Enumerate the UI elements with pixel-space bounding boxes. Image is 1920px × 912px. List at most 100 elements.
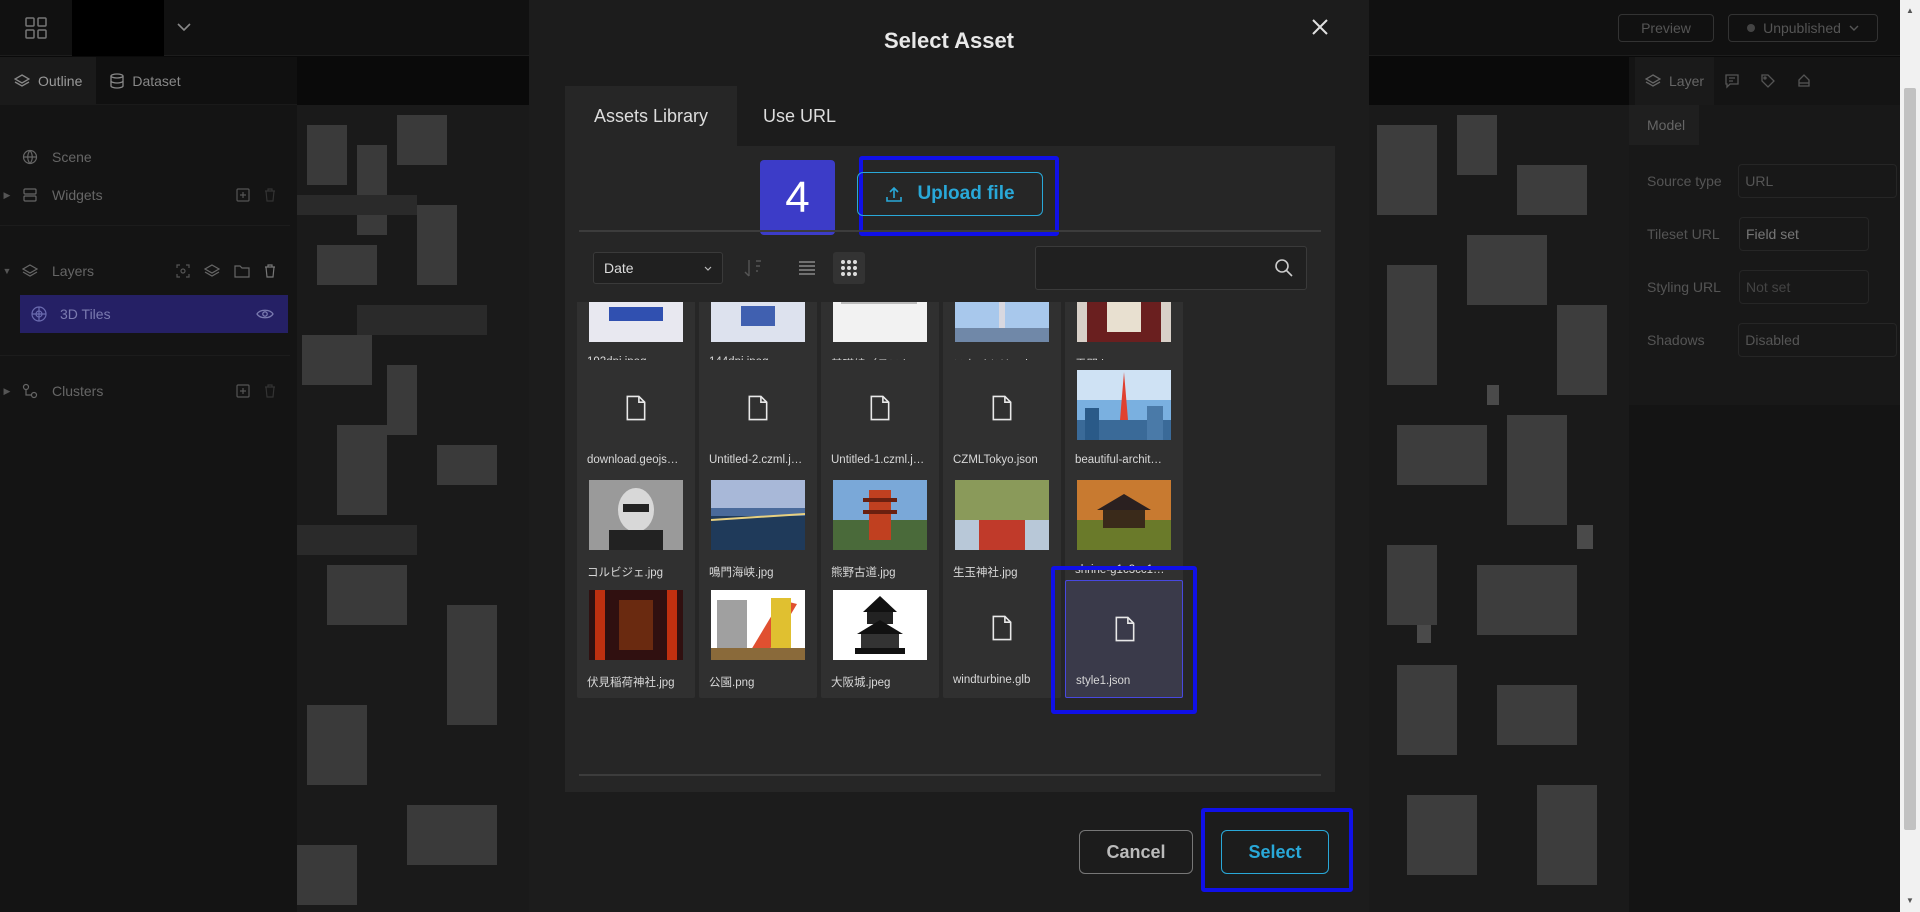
layer-item-3d-tiles[interactable]: 3D Tiles: [20, 295, 288, 333]
asset-card[interactable]: Untitled-2.czml.j…: [699, 360, 817, 478]
asset-name: Untitled-1.czml.j…: [831, 454, 925, 466]
publish-status-button[interactable]: Unpublished: [1728, 14, 1878, 42]
add-icon[interactable]: [236, 384, 250, 398]
select-asset-modal: Select Asset Assets Library Use URL 4 Up…: [529, 0, 1369, 912]
source-type-select[interactable]: URL: [1738, 164, 1897, 198]
preview-button[interactable]: Preview: [1618, 14, 1714, 42]
file-icon: [621, 390, 651, 426]
asset-thumbnail: [711, 590, 805, 660]
scene-label: Scene: [52, 149, 92, 165]
tab-outline[interactable]: Outline: [0, 56, 97, 105]
asset-thumbnail: [589, 480, 683, 550]
cancel-button[interactable]: Cancel: [1079, 830, 1193, 874]
trash-icon[interactable]: [264, 384, 276, 398]
file-icon: [987, 390, 1017, 426]
scroll-down-arrow-icon[interactable]: ▼: [1906, 896, 1914, 905]
tag-icon: [1761, 74, 1775, 88]
caret-down-icon[interactable]: ▼: [0, 266, 14, 276]
tab-style[interactable]: [1786, 57, 1822, 105]
asset-name: Untitled-2.czml.j…: [709, 454, 803, 466]
widgets-label: Widgets: [52, 187, 103, 203]
trash-icon[interactable]: [264, 264, 276, 278]
comment-icon: [1725, 74, 1739, 89]
asset-thumbnail: [589, 590, 683, 660]
asset-card[interactable]: コルビジェ.jpg: [577, 470, 695, 588]
add-layer-icon[interactable]: [204, 263, 220, 279]
tileset-url-input[interactable]: Field set: [1739, 217, 1869, 251]
asset-card[interactable]: CZMLTokyo.json: [943, 360, 1061, 478]
right-panel: Layer Model Source type URL Tileset URL …: [1629, 57, 1900, 912]
tab-tags[interactable]: [1750, 57, 1786, 105]
divider: [0, 225, 290, 226]
list-view-icon[interactable]: [795, 256, 819, 280]
globe-icon: [22, 149, 44, 165]
folder-icon[interactable]: [234, 264, 250, 278]
asset-thumbnail: [833, 480, 927, 550]
asset-card[interactable]: 大阪城.jpeg: [821, 580, 939, 698]
upload-icon: [886, 186, 903, 202]
tab-model[interactable]: Model: [1629, 105, 1699, 145]
tab-assets-library[interactable]: Assets Library: [565, 86, 737, 146]
source-type-field[interactable]: Source type URL: [1647, 163, 1897, 199]
asset-name: 大阪城.jpeg: [831, 677, 891, 689]
add-icon[interactable]: [236, 188, 250, 202]
tab-dataset[interactable]: Dataset: [96, 57, 194, 105]
close-icon[interactable]: [1307, 14, 1333, 40]
outline-item-layers[interactable]: ▼ Layers: [0, 252, 290, 290]
field-label: Tileset URL: [1647, 226, 1720, 242]
scrollbar-thumb[interactable]: [1904, 88, 1916, 830]
divider: [579, 230, 1321, 232]
chevron-down-icon[interactable]: [170, 12, 198, 42]
focus-icon[interactable]: [176, 264, 190, 278]
trash-icon[interactable]: [264, 188, 276, 202]
asset-card[interactable]: windturbine.glb: [943, 580, 1061, 698]
asset-card[interactable]: 鳴門海峡.jpg: [699, 470, 817, 588]
outline-item-widgets[interactable]: ▶ Widgets: [0, 176, 290, 214]
model-label: Model: [1647, 117, 1686, 133]
tab-label: Use URL: [763, 105, 837, 126]
caret-right-icon[interactable]: ▶: [0, 190, 14, 201]
chevron-down-icon: [1849, 25, 1859, 31]
right-panel-tabs: Layer: [1629, 57, 1900, 105]
chevron-down-icon: [704, 266, 712, 271]
field-label: Styling URL: [1647, 279, 1721, 295]
status-label: Unpublished: [1763, 20, 1841, 36]
step-badge: 4: [760, 160, 835, 235]
search-input[interactable]: [1035, 246, 1307, 290]
tileset-url-field[interactable]: Tileset URL Field set: [1647, 216, 1897, 252]
styling-url-input[interactable]: Not set: [1739, 270, 1869, 304]
tab-layer[interactable]: Layer: [1635, 57, 1715, 105]
styling-url-field[interactable]: Styling URL Not set: [1647, 269, 1897, 305]
shadows-field[interactable]: Shadows Disabled: [1647, 322, 1897, 358]
sort-order-icon[interactable]: [741, 256, 765, 280]
asset-card[interactable]: 伏見稲荷神社.jpg: [577, 580, 695, 698]
divider: [0, 355, 290, 356]
asset-card[interactable]: 熊野古道.jpg: [821, 470, 939, 588]
asset-card[interactable]: Untitled-1.czml.j…: [821, 360, 939, 478]
status-dot-icon: [1747, 24, 1756, 32]
widgets-icon: [22, 187, 44, 203]
outline-item-clusters[interactable]: ▶ Clusters: [0, 372, 290, 410]
asset-thumbnail: [711, 302, 805, 342]
asset-thumbnail: [833, 590, 927, 660]
asset-card[interactable]: 生玉神社.jpg: [943, 470, 1061, 588]
asset-card[interactable]: 公園.png: [699, 580, 817, 698]
dashboard-icon[interactable]: [0, 0, 72, 56]
caret-right-icon[interactable]: ▶: [0, 386, 14, 397]
clusters-label: Clusters: [52, 383, 104, 399]
asset-name: CZMLTokyo.json: [953, 454, 1038, 466]
asset-card[interactable]: beautiful-archit…: [1065, 360, 1183, 478]
scroll-up-arrow-icon[interactable]: ▲: [1906, 6, 1914, 15]
search-icon[interactable]: [1274, 258, 1294, 278]
eye-icon[interactable]: [256, 308, 274, 320]
asset-thumbnail: [1077, 370, 1171, 440]
tab-use-url[interactable]: Use URL: [763, 86, 836, 146]
upload-file-button[interactable]: Upload file: [857, 172, 1043, 216]
sort-select[interactable]: Date: [593, 252, 723, 284]
asset-card[interactable]: download.geojs…: [577, 360, 695, 478]
outline-item-scene[interactable]: Scene: [0, 138, 290, 176]
shadows-select[interactable]: Disabled: [1738, 323, 1897, 357]
file-icon: [865, 390, 895, 426]
tab-infobox[interactable]: [1714, 57, 1750, 105]
grid-view-icon[interactable]: [833, 252, 865, 284]
